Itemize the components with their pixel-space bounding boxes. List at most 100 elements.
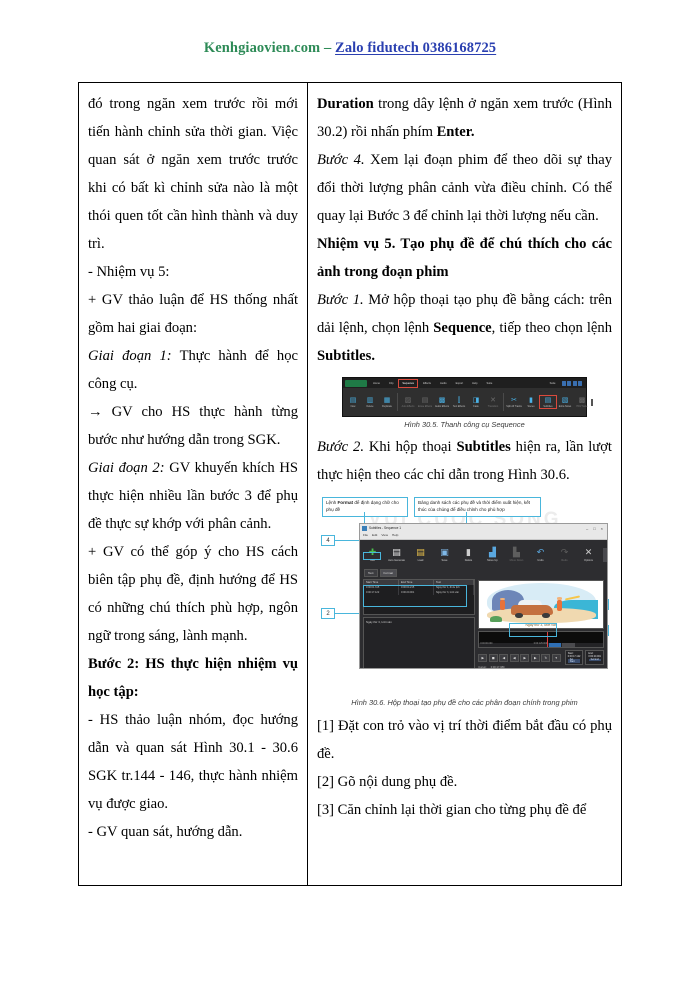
- menutab-effects[interactable]: Effects: [420, 380, 434, 387]
- menutab-home[interactable]: Home: [370, 380, 383, 387]
- ribbon-delete-button[interactable]: ▥ Delete: [362, 396, 378, 408]
- status-chip-icon: [578, 380, 582, 386]
- ribbon-text-effects-button[interactable]: ⫿ Text Effects: [451, 396, 467, 408]
- menu-view[interactable]: View: [381, 533, 388, 538]
- set-end-button[interactable]: Set End: [588, 659, 601, 662]
- end-time-field[interactable]: End: 0:00:20.001 Set End: [585, 650, 604, 666]
- prev-frame-icon[interactable]: ◀: [499, 653, 509, 662]
- ribbon-label: Audio Effects: [434, 405, 450, 409]
- play-icon[interactable]: ▶: [478, 653, 488, 662]
- auto-generate-icon: ▤: [392, 547, 401, 558]
- ribbon-label: Extra Notes: [558, 405, 572, 409]
- ribbon-notes-button[interactable]: ▧ Extra Notes: [557, 396, 573, 408]
- move-down-button[interactable]: ▙ Move Down: [507, 548, 526, 562]
- zalo-link[interactable]: Zalo fidutech 0386168725: [335, 40, 496, 56]
- transport-controls: ▶ ◼ ◀ ◀ ▶ ▶ ↻ ▾ Start: 0:00:17.122 Set S…: [478, 650, 604, 666]
- minimize-icon[interactable]: –: [586, 526, 588, 531]
- sequence-toolbar-screenshot: Home Clip Sequence Effects Audio Export …: [342, 377, 593, 418]
- timeline-start-label: 0:00:00.000: [480, 643, 493, 646]
- ribbon-split-button[interactable]: ✂ Split All Tracks: [506, 396, 522, 408]
- menu-edit[interactable]: Edit: [372, 533, 377, 538]
- toolbar-label: Redo: [561, 558, 568, 562]
- dialog-toolbar: ✚ Add ▤ Auto Generate ▤ Load ▣ Save ▮ De…: [360, 540, 607, 570]
- ribbon-fade-button[interactable]: ◨ Fade: [468, 396, 484, 408]
- options-button[interactable]: ✕ Options: [579, 548, 598, 562]
- ribbon-duplicate-button[interactable]: ▦ Duplicate: [379, 396, 395, 408]
- menu-logo-icon[interactable]: [345, 379, 367, 387]
- left-step2-heading: Bước 2: HS thực hiện nhiệm vụ học tập:: [88, 656, 298, 701]
- subtitles-dialog-screenshot: VUI CUỘC SỐNG Lệnh Format để định dạng c…: [317, 495, 613, 696]
- auto-generate-button[interactable]: ▤ Auto Generate: [387, 548, 406, 562]
- ribbon-search-input[interactable]: [591, 398, 593, 406]
- toolbar-label: Delete: [464, 558, 473, 562]
- left-gv-discuss: + GV thảo luận để HS thống nhất gồm hai …: [88, 292, 298, 337]
- start-time-field[interactable]: Start: 0:00:17.122 Set Start: [564, 650, 584, 666]
- ribbon-label: Delete: [366, 405, 374, 409]
- step-forward-icon[interactable]: ▶: [520, 653, 530, 662]
- ribbon-subtitles-button[interactable]: ▤ Subtitles: [539, 395, 557, 410]
- right-column: Duration trong dây lệnh ở ngăn xem trước…: [308, 83, 621, 885]
- subtitles-bold-2: Subtitles: [456, 439, 511, 456]
- load-button[interactable]: ▤ Load: [411, 548, 430, 562]
- callout-number-4: 4: [321, 535, 335, 547]
- timeline-selection-2[interactable]: [562, 643, 575, 648]
- menu-file[interactable]: File: [363, 533, 368, 538]
- menutab-audio[interactable]: Audio: [437, 380, 450, 387]
- maximize-icon[interactable]: □: [593, 526, 595, 531]
- left-stage1: Giai đoạn 1: Thực hành để học công cụ.: [88, 342, 298, 398]
- step-back-icon[interactable]: ◀: [509, 653, 519, 662]
- redo-button[interactable]: ↷ Redo: [555, 548, 574, 562]
- ribbon-label: Text Effects: [452, 405, 466, 409]
- ribbon-erase-effects-button[interactable]: ▤ Erase Effects: [417, 396, 433, 408]
- tab-format[interactable]: Format: [379, 569, 398, 578]
- stop-icon[interactable]: ◼: [488, 653, 498, 662]
- dialog-tabstrip: Text Format: [360, 569, 607, 579]
- timeline-selection[interactable]: [548, 643, 561, 648]
- menutab-sequence[interactable]: Sequence: [398, 378, 419, 388]
- preview-person-left: [500, 599, 506, 611]
- preview-bush: [490, 615, 502, 622]
- video-preview[interactable]: Ngày thứ 3, lướt ván: [478, 580, 604, 630]
- tab-text[interactable]: Text: [364, 569, 378, 578]
- dialog-title: Subtitles - Sequence 1: [369, 525, 402, 530]
- duration-bold: Duration: [317, 96, 374, 112]
- callout-number-2: 2: [321, 608, 335, 620]
- callout-format: Lệnh Format để định dạng chữ cho phụ đề: [322, 497, 408, 517]
- callout-table: Bảng danh sách các phụ đề và thời điểm x…: [414, 497, 541, 517]
- toolbar-label: Move Up: [487, 558, 498, 562]
- move-up-button[interactable]: ▟ Move Up: [483, 548, 502, 562]
- ribbon-new-button[interactable]: ▤ New: [345, 396, 361, 408]
- undo-button[interactable]: ↶ Undo: [531, 548, 550, 562]
- transport-buttons: ▶ ◼ ◀ ◀ ▶ ▶ ↻ ▾: [478, 653, 561, 662]
- ribbon-audio-effects-button[interactable]: ▩ Audio Effects: [434, 396, 450, 408]
- new-clip-icon: ▤: [349, 396, 357, 405]
- menu-help[interactable]: Help: [392, 533, 398, 538]
- ribbon-transition-button[interactable]: ✕ Transition: [485, 396, 501, 408]
- delete-button[interactable]: ▮ Delete: [459, 548, 478, 562]
- save-button[interactable]: ▣ Save: [435, 548, 454, 562]
- preview-button[interactable]: ◉ Pres: [603, 547, 607, 562]
- ribbon-label: Subtitles: [543, 405, 553, 409]
- menutab-export[interactable]: Export: [453, 380, 467, 387]
- menutab-clip[interactable]: Clip: [386, 380, 396, 387]
- ribbon-hdv-button[interactable]: ▩ HDV Suite: [574, 396, 590, 408]
- next-frame-icon[interactable]: ▶: [530, 653, 540, 662]
- subtitles-bold: Subtitles.: [317, 348, 375, 365]
- split-icon: ✂: [511, 396, 517, 405]
- more-icon[interactable]: ▾: [551, 653, 561, 662]
- set-start-button[interactable]: Set Start: [567, 659, 581, 664]
- close-icon[interactable]: ×: [601, 526, 603, 531]
- toolbar-label: Auto Generate: [388, 558, 405, 562]
- hdv-icon: ▩: [578, 396, 586, 405]
- menutab-suite[interactable]: Suite: [483, 380, 495, 387]
- timeline-mid-label: 0:00:126.000: [533, 643, 548, 646]
- highlight-format-tab: [363, 552, 381, 561]
- ribbon-auto-effects-button[interactable]: ▨ Auto Effects: [400, 396, 416, 408]
- window-buttons[interactable]: – □ ×: [586, 526, 605, 531]
- ribbon-label: Transition: [487, 405, 499, 409]
- ribbon-stereo-button[interactable]: ▮ Stereo: [523, 396, 539, 408]
- loop-icon[interactable]: ↻: [541, 653, 551, 662]
- ribbon-label: Erase Effects: [417, 405, 433, 409]
- menutab-help[interactable]: Help: [469, 380, 480, 387]
- subtitle-text-input[interactable]: Ngày thứ 3, lướt ván: [363, 617, 476, 669]
